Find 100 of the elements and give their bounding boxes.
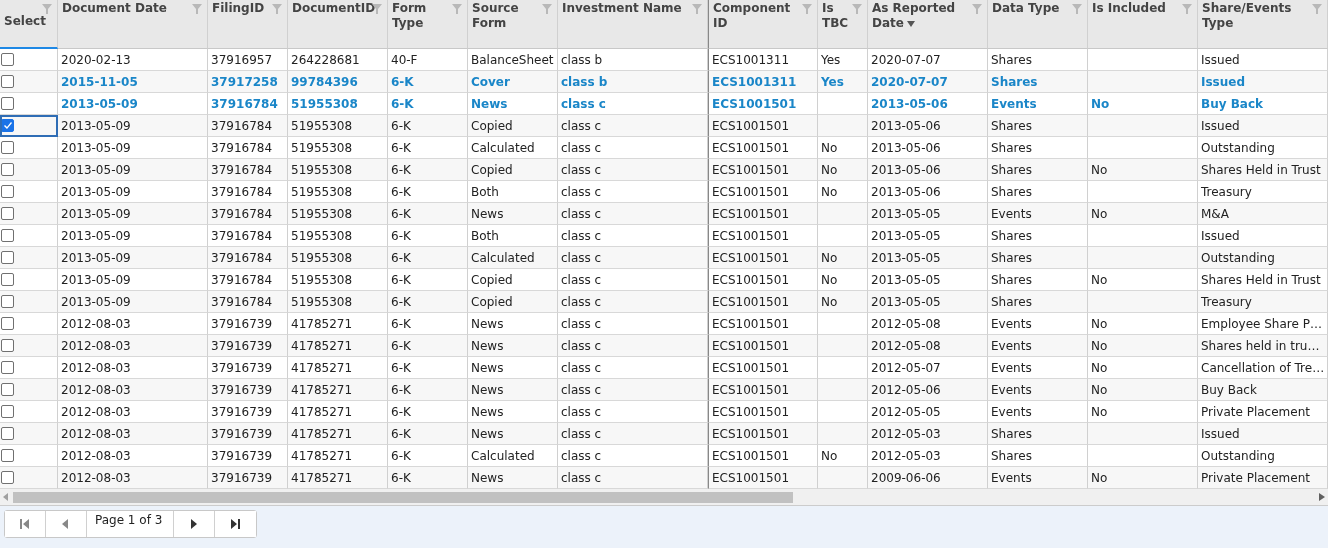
table-cell: 51955308 bbox=[291, 206, 353, 221]
checkbox[interactable] bbox=[1, 427, 14, 440]
table-cell: No bbox=[1091, 382, 1108, 397]
scroll-right-icon[interactable] bbox=[1319, 493, 1325, 501]
table-cell: 6-K bbox=[391, 206, 411, 221]
table-cell: 51955308 bbox=[291, 272, 353, 287]
table-cell: Shares bbox=[991, 228, 1032, 243]
table-cell: 2013-05-09 bbox=[61, 272, 131, 287]
table-row[interactable]: 2012-08-03 37916739 41785271 6-K News class c ECS1001501 2012-05-08 Events No Employee Share P… bbox=[0, 313, 1328, 335]
table-cell: 37916739 bbox=[211, 404, 273, 419]
checkbox[interactable] bbox=[1, 471, 14, 484]
table-cell: No bbox=[1091, 404, 1108, 419]
table-cell: 41785271 bbox=[291, 338, 353, 353]
table-cell: Shares bbox=[991, 162, 1032, 177]
table-row[interactable]: 2013-05-09 37916784 51955308 6-K Copied class c ECS1001501 2013-05-06 Shares Issued bbox=[0, 115, 1328, 137]
table-cell: ECS1001501 bbox=[712, 162, 790, 177]
checkbox[interactable] bbox=[1, 405, 14, 418]
table-cell: 264228681 bbox=[291, 52, 360, 67]
checkbox[interactable] bbox=[1, 75, 14, 88]
table-cell: Shares bbox=[991, 448, 1032, 463]
checkbox[interactable] bbox=[1, 251, 14, 264]
table-cell: 6-K bbox=[391, 404, 411, 419]
checkbox[interactable] bbox=[1, 383, 14, 396]
table-cell: 41785271 bbox=[291, 316, 353, 331]
table-row[interactable]: 2015-11-05 37917258 99784396 6-K Cover class b ECS1001311 Yes 2020-07-07 Shares Issued bbox=[0, 71, 1328, 93]
table-cell: Outstanding bbox=[1201, 448, 1275, 463]
table-row[interactable]: 2020-02-13 37916957 264228681 40-F BalanceSheet class b ECS1001311 Yes 2020-07-07 Shares Issued bbox=[0, 49, 1328, 71]
checkbox[interactable] bbox=[1, 53, 14, 66]
table-row[interactable]: 2013-05-09 37916784 51955308 6-K Copied class c ECS1001501 No 2013-05-05 Shares Treasury bbox=[0, 291, 1328, 313]
table-cell: News bbox=[471, 404, 504, 419]
table-row[interactable]: 2012-08-03 37916739 41785271 6-K News class c ECS1001501 2012-05-03 Shares Issued bbox=[0, 423, 1328, 445]
table-cell: class c bbox=[561, 294, 602, 309]
table-cell: 2012-08-03 bbox=[61, 426, 131, 441]
table-cell: Calculated bbox=[471, 140, 535, 155]
table-cell: Events bbox=[991, 470, 1032, 485]
checkbox[interactable] bbox=[1, 449, 14, 462]
checkbox[interactable] bbox=[1, 97, 14, 110]
table-row[interactable]: 2012-08-03 37916739 41785271 6-K News class c ECS1001501 2012-05-05 Events No Private Placement bbox=[0, 401, 1328, 423]
scrollbar-thumb[interactable] bbox=[13, 491, 793, 503]
table-cell: Shares bbox=[991, 140, 1032, 155]
table-cell: class c bbox=[561, 448, 602, 463]
table-cell: No bbox=[821, 184, 838, 199]
table-cell: Issued bbox=[1201, 118, 1240, 133]
checkbox[interactable] bbox=[1, 339, 14, 352]
table-row[interactable]: 2013-05-09 37916784 51955308 6-K Both class c ECS1001501 2013-05-05 Shares Issued bbox=[0, 225, 1328, 247]
table-cell: Issued bbox=[1201, 74, 1246, 89]
table-row[interactable]: 2012-08-03 37916739 41785271 6-K News class c ECS1001501 2009-06-06 Events No Private Placement bbox=[0, 467, 1328, 489]
table-cell: 37916784 bbox=[211, 228, 273, 243]
next-page-icon bbox=[189, 519, 199, 529]
table-cell: 51955308 bbox=[291, 184, 353, 199]
table-cell: News bbox=[471, 316, 504, 331]
table-row[interactable]: 2013-05-09 37916784 51955308 6-K News class c ECS1001501 2013-05-05 Events No M&A bbox=[0, 203, 1328, 225]
table-row[interactable]: 2013-05-09 37916784 51955308 6-K Copied class c ECS1001501 No 2013-05-06 Shares No Shares Held in Trust bbox=[0, 159, 1328, 181]
table-cell: No bbox=[1091, 470, 1108, 485]
checkbox[interactable] bbox=[1, 273, 14, 286]
table-cell: News bbox=[471, 338, 504, 353]
sort-descending-icon[interactable] bbox=[906, 20, 915, 27]
table-cell: 2020-07-07 bbox=[871, 74, 948, 89]
table-cell: ECS1001311 bbox=[712, 74, 797, 89]
table-row[interactable]: 2013-05-09 37916784 51955308 6-K Calculated class c ECS1001501 No 2013-05-05 Shares Outstanding bbox=[0, 247, 1328, 269]
checkbox[interactable] bbox=[1, 229, 14, 242]
table-cell: 37916739 bbox=[211, 448, 273, 463]
table-row[interactable]: 2012-08-03 37916739 41785271 6-K News class c ECS1001501 2012-05-06 Events No Buy Back bbox=[0, 379, 1328, 401]
table-row[interactable]: 2012-08-03 37916739 41785271 6-K News class c ECS1001501 2012-05-08 Events No Shares held in tru… bbox=[0, 335, 1328, 357]
table-cell: Shares bbox=[991, 184, 1032, 199]
table-cell: Both bbox=[471, 228, 499, 243]
table-row[interactable]: 2013-05-09 37916784 51955308 6-K Copied class c ECS1001501 No 2013-05-05 Shares No Shares Held in Trust bbox=[0, 269, 1328, 291]
table-cell: 6-K bbox=[391, 470, 411, 485]
checkbox[interactable] bbox=[1, 119, 14, 132]
table-cell: 37916784 bbox=[211, 140, 273, 155]
table-cell: class c bbox=[561, 96, 606, 111]
checkbox[interactable] bbox=[1, 141, 14, 154]
table-cell: Issued bbox=[1201, 52, 1240, 67]
first-page-button[interactable] bbox=[5, 511, 46, 537]
table-row[interactable]: 2013-05-09 37916784 51955308 6-K Both class c ECS1001501 No 2013-05-06 Shares Treasury bbox=[0, 181, 1328, 203]
table-cell: 2009-06-06 bbox=[871, 470, 941, 485]
table-cell: 2012-05-07 bbox=[871, 360, 941, 375]
table-cell: 2012-05-05 bbox=[871, 404, 941, 419]
table-cell: 41785271 bbox=[291, 448, 353, 463]
table-cell: 2013-05-06 bbox=[871, 118, 941, 133]
table-cell: class c bbox=[561, 140, 602, 155]
table-row[interactable]: 2013-05-09 37916784 51955308 6-K News class c ECS1001501 2013-05-06 Events No Buy Back bbox=[0, 93, 1328, 115]
table-row[interactable]: 2012-08-03 37916739 41785271 6-K News class c ECS1001501 2012-05-07 Events No Cancellation of Tre… bbox=[0, 357, 1328, 379]
checkbox[interactable] bbox=[1, 361, 14, 374]
table-row[interactable]: 2013-05-09 37916784 51955308 6-K Calculated class c ECS1001501 No 2013-05-06 Shares Outstanding bbox=[0, 137, 1328, 159]
table-cell: 2013-05-05 bbox=[871, 206, 941, 221]
checkbox[interactable] bbox=[1, 317, 14, 330]
horizontal-scrollbar[interactable] bbox=[0, 489, 1328, 506]
table-cell: 41785271 bbox=[291, 382, 353, 397]
checkbox[interactable] bbox=[1, 295, 14, 308]
previous-page-icon bbox=[61, 519, 71, 529]
table-cell: 6-K bbox=[391, 360, 411, 375]
table-row[interactable]: 2012-08-03 37916739 41785271 6-K Calculated class c ECS1001501 No 2012-05-03 Shares Outstanding bbox=[0, 445, 1328, 467]
checkbox[interactable] bbox=[1, 163, 14, 176]
checkbox[interactable] bbox=[1, 207, 14, 220]
checkbox[interactable] bbox=[1, 185, 14, 198]
table-cell: Shares bbox=[991, 272, 1032, 287]
table-cell: class c bbox=[561, 360, 602, 375]
table-cell: ECS1001311 bbox=[712, 52, 790, 67]
table-cell: class c bbox=[561, 316, 602, 331]
